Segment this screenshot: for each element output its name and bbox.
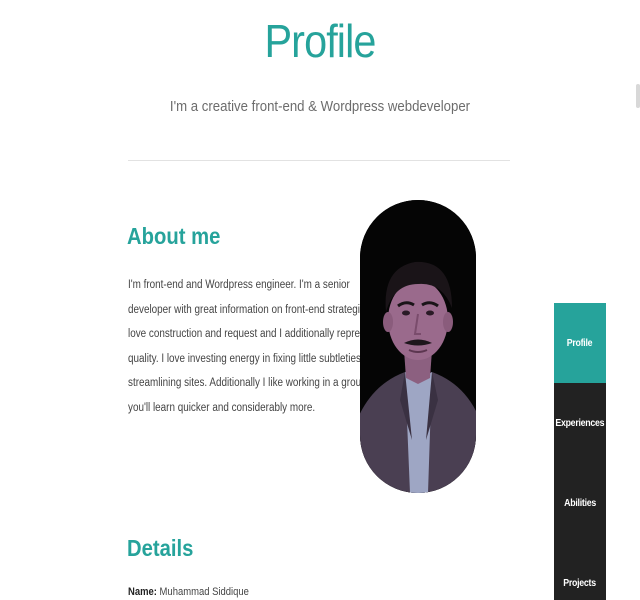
nav-item-experiences[interactable]: Experiences [554,383,606,463]
detail-name-label: Name: [128,586,157,598]
nav-item-profile[interactable]: Profile [554,303,606,383]
about-line: love construction and request and I addi… [128,328,379,341]
nav-item-label: Experiences [555,417,605,429]
nav-item-label: Profile [567,337,593,349]
nav-item-label: Abilities [564,497,596,509]
about-line: quality. I love investing energy in fixi… [128,352,381,365]
header-divider [128,160,510,161]
page-subtitle: I'm a creative front-end & Wordpress web… [169,98,471,115]
about-line: I'm front-end and Wordpress engineer. I'… [128,279,350,291]
about-line: you'll learn quicker and considerably mo… [128,401,316,414]
profile-photo [360,200,476,493]
about-line: streamlining sites. Additionally I like … [128,377,370,390]
portrait-illustration [360,200,476,493]
about-line: developer with great information on fron… [128,303,379,316]
page-title: Profile [264,15,376,67]
nav-item-projects[interactable]: Projects [554,543,606,600]
side-nav: Profile Experiences Abilities Projects [554,303,606,600]
detail-name-row: Name: Muhammad Siddique [128,586,249,598]
about-heading: About me [127,223,221,249]
about-text: I'm front-end and Wordpress engineer. I'… [128,273,381,421]
scrollbar-thumb[interactable] [636,84,640,108]
detail-name-value: Muhammad Siddique [159,586,249,598]
nav-item-abilities[interactable]: Abilities [554,463,606,543]
details-heading: Details [127,535,194,561]
nav-item-label: Projects [563,577,597,589]
